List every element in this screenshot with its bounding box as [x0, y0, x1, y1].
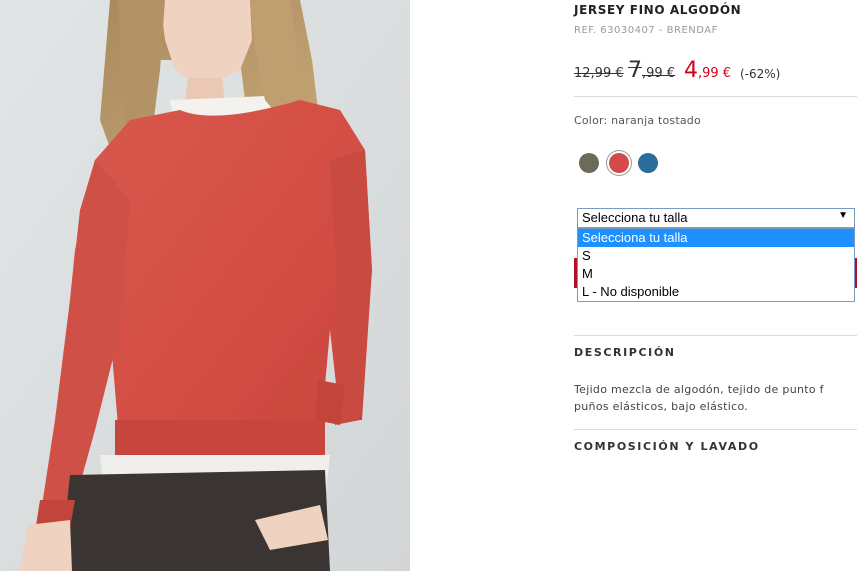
size-option-s[interactable]: S [578, 247, 854, 265]
original-price: 12,99 € [574, 66, 624, 81]
size-dropdown-list[interactable]: Selecciona tu talla S M L - No disponibl… [577, 228, 855, 302]
description-heading[interactable]: DESCRIPCIÓN [574, 346, 676, 359]
size-select[interactable]: Selecciona tu talla ▼ [577, 208, 855, 228]
model-wearing-sweater-illustration [0, 0, 410, 571]
divider [574, 96, 857, 97]
product-photo[interactable] [0, 0, 410, 571]
divider [574, 429, 857, 430]
color-label: Color: naranja tostado [574, 114, 701, 127]
discount-percentage: (-62%) [740, 67, 781, 81]
size-option[interactable]: Selecciona tu talla [578, 229, 854, 247]
product-reference: REF. 63030407 - BRENDAF [574, 25, 718, 36]
color-swatch-naranja-tostado[interactable] [609, 153, 629, 173]
product-info-panel: JERSEY FINO ALGODÓN REF. 63030407 - BREN… [574, 0, 857, 571]
composition-heading[interactable]: COMPOSICIÓN Y LAVADO [574, 440, 760, 453]
color-swatch-olive[interactable] [579, 153, 599, 173]
previous-price: 7,99 € [628, 58, 676, 83]
color-swatch-blue[interactable] [638, 153, 658, 173]
description-text: Tejido mezcla de algodón, tejido de punt… [574, 383, 824, 413]
size-option-m[interactable]: M [578, 265, 854, 283]
product-title: JERSEY FINO ALGODÓN [574, 3, 742, 17]
size-select-value: Selecciona tu talla [582, 210, 688, 225]
dropdown-arrow-icon: ▼ [838, 210, 848, 221]
current-price: 4,99 € [684, 58, 732, 83]
divider [574, 335, 857, 336]
size-option-l[interactable]: L - No disponible [578, 283, 854, 301]
